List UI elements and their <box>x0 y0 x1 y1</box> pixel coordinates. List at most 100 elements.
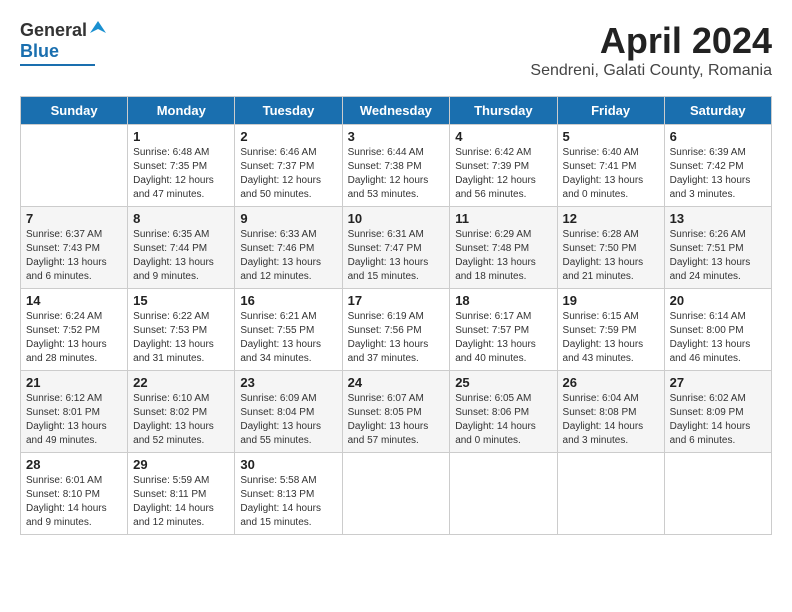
day-info: Sunrise: 6:15 AM Sunset: 7:59 PM Dayligh… <box>563 310 659 366</box>
day-info: Sunrise: 6:10 AM Sunset: 8:02 PM Dayligh… <box>133 392 229 448</box>
week-row-2: 7 Sunrise: 6:37 AM Sunset: 7:43 PM Daylig… <box>21 207 772 289</box>
day-info: Sunrise: 6:22 AM Sunset: 7:53 PM Dayligh… <box>133 310 229 366</box>
day-info: Sunrise: 6:39 AM Sunset: 7:42 PM Dayligh… <box>670 146 766 202</box>
day-number: 30 <box>240 457 336 472</box>
day-number: 21 <box>26 375 122 390</box>
calendar-cell: 15 Sunrise: 6:22 AM Sunset: 7:53 PM Dayli… <box>128 289 235 371</box>
calendar-cell: 5Sunrise: 6:40 AM Sunset: 7:41 PM Daylig… <box>557 125 664 207</box>
logo-blue: Blue <box>20 41 59 61</box>
day-number: 1 <box>133 129 229 144</box>
calendar-cell: 3 Sunrise: 6:44 AM Sunset: 7:38 PM Daylig… <box>342 125 450 207</box>
day-info: Sunrise: 6:37 AM Sunset: 7:43 PM Dayligh… <box>26 228 122 284</box>
day-number: 15 <box>133 293 229 308</box>
calendar-cell: 30 Sunrise: 5:58 AM Sunset: 8:13 PM Dayli… <box>235 453 342 535</box>
calendar-cell <box>342 453 450 535</box>
day-info: Sunrise: 6:24 AM Sunset: 7:52 PM Dayligh… <box>26 310 122 366</box>
column-header-sunday: Sunday <box>21 97 128 125</box>
page-title: April 2024 <box>530 20 772 62</box>
day-number: 8 <box>133 211 229 226</box>
day-info: Sunrise: 6:17 AM Sunset: 7:57 PM Dayligh… <box>455 310 551 366</box>
column-header-friday: Friday <box>557 97 664 125</box>
day-info: Sunrise: 6:07 AM Sunset: 8:05 PM Dayligh… <box>348 392 445 448</box>
calendar-cell: 1 Sunrise: 6:48 AM Sunset: 7:35 PM Daylig… <box>128 125 235 207</box>
day-number: 28 <box>26 457 122 472</box>
calendar-cell: 25Sunrise: 6:05 AM Sunset: 8:06 PM Dayli… <box>450 371 557 453</box>
calendar-cell: 29 Sunrise: 5:59 AM Sunset: 8:11 PM Dayli… <box>128 453 235 535</box>
calendar-header-row: SundayMondayTuesdayWednesdayThursdayFrid… <box>21 97 772 125</box>
calendar-cell: 16 Sunrise: 6:21 AM Sunset: 7:55 PM Dayli… <box>235 289 342 371</box>
column-header-thursday: Thursday <box>450 97 557 125</box>
logo: General Blue <box>20 20 108 66</box>
page-subtitle: Sendreni, Galati County, Romania <box>530 62 772 80</box>
day-info: Sunrise: 6:04 AM Sunset: 8:08 PM Dayligh… <box>563 392 659 448</box>
week-row-4: 21 Sunrise: 6:12 AM Sunset: 8:01 PM Dayli… <box>21 371 772 453</box>
day-info: Sunrise: 6:46 AM Sunset: 7:37 PM Dayligh… <box>240 146 336 202</box>
day-info: Sunrise: 6:09 AM Sunset: 8:04 PM Dayligh… <box>240 392 336 448</box>
day-info: Sunrise: 5:59 AM Sunset: 8:11 PM Dayligh… <box>133 474 229 530</box>
column-header-saturday: Saturday <box>664 97 771 125</box>
day-number: 27 <box>670 375 766 390</box>
calendar-cell: 17 Sunrise: 6:19 AM Sunset: 7:56 PM Dayli… <box>342 289 450 371</box>
day-info: Sunrise: 6:29 AM Sunset: 7:48 PM Dayligh… <box>455 228 551 284</box>
calendar-cell <box>664 453 771 535</box>
week-row-1: 1 Sunrise: 6:48 AM Sunset: 7:35 PM Daylig… <box>21 125 772 207</box>
day-info: Sunrise: 6:42 AM Sunset: 7:39 PM Dayligh… <box>455 146 551 202</box>
calendar-cell <box>557 453 664 535</box>
day-number: 24 <box>348 375 445 390</box>
calendar-cell: 2Sunrise: 6:46 AM Sunset: 7:37 PM Daylig… <box>235 125 342 207</box>
day-info: Sunrise: 6:26 AM Sunset: 7:51 PM Dayligh… <box>670 228 766 284</box>
day-number: 7 <box>26 211 122 226</box>
logo-general: General <box>20 20 87 41</box>
calendar-cell: 26Sunrise: 6:04 AM Sunset: 8:08 PM Dayli… <box>557 371 664 453</box>
day-info: Sunrise: 6:33 AM Sunset: 7:46 PM Dayligh… <box>240 228 336 284</box>
column-header-tuesday: Tuesday <box>235 97 342 125</box>
calendar-cell: 22 Sunrise: 6:10 AM Sunset: 8:02 PM Dayli… <box>128 371 235 453</box>
day-number: 14 <box>26 293 122 308</box>
day-number: 4 <box>455 129 551 144</box>
calendar-cell: 18 Sunrise: 6:17 AM Sunset: 7:57 PM Dayli… <box>450 289 557 371</box>
day-number: 10 <box>348 211 445 226</box>
calendar-cell: 28 Sunrise: 6:01 AM Sunset: 8:10 PM Dayli… <box>21 453 128 535</box>
logo-bird-icon <box>88 19 108 39</box>
day-number: 22 <box>133 375 229 390</box>
day-number: 25 <box>455 375 551 390</box>
day-number: 11 <box>455 211 551 226</box>
calendar-cell: 12 Sunrise: 6:28 AM Sunset: 7:50 PM Dayli… <box>557 207 664 289</box>
day-info: Sunrise: 6:28 AM Sunset: 7:50 PM Dayligh… <box>563 228 659 284</box>
day-number: 20 <box>670 293 766 308</box>
calendar-cell: 11 Sunrise: 6:29 AM Sunset: 7:48 PM Dayli… <box>450 207 557 289</box>
day-info: Sunrise: 6:21 AM Sunset: 7:55 PM Dayligh… <box>240 310 336 366</box>
calendar-cell: 21 Sunrise: 6:12 AM Sunset: 8:01 PM Dayli… <box>21 371 128 453</box>
day-info: Sunrise: 6:48 AM Sunset: 7:35 PM Dayligh… <box>133 146 229 202</box>
day-info: Sunrise: 6:19 AM Sunset: 7:56 PM Dayligh… <box>348 310 445 366</box>
day-info: Sunrise: 6:12 AM Sunset: 8:01 PM Dayligh… <box>26 392 122 448</box>
day-info: Sunrise: 5:58 AM Sunset: 8:13 PM Dayligh… <box>240 474 336 530</box>
calendar-cell: 23 Sunrise: 6:09 AM Sunset: 8:04 PM Dayli… <box>235 371 342 453</box>
week-row-3: 14 Sunrise: 6:24 AM Sunset: 7:52 PM Dayli… <box>21 289 772 371</box>
day-number: 3 <box>348 129 445 144</box>
day-info: Sunrise: 6:02 AM Sunset: 8:09 PM Dayligh… <box>670 392 766 448</box>
calendar-cell <box>450 453 557 535</box>
day-info: Sunrise: 6:01 AM Sunset: 8:10 PM Dayligh… <box>26 474 122 530</box>
day-number: 12 <box>563 211 659 226</box>
day-info: Sunrise: 6:44 AM Sunset: 7:38 PM Dayligh… <box>348 146 445 202</box>
calendar-table: SundayMondayTuesdayWednesdayThursdayFrid… <box>20 96 772 535</box>
day-number: 23 <box>240 375 336 390</box>
day-number: 16 <box>240 293 336 308</box>
calendar-cell: 24 Sunrise: 6:07 AM Sunset: 8:05 PM Dayli… <box>342 371 450 453</box>
logo-divider <box>20 64 95 66</box>
day-info: Sunrise: 6:40 AM Sunset: 7:41 PM Dayligh… <box>563 146 659 202</box>
day-info: Sunrise: 6:35 AM Sunset: 7:44 PM Dayligh… <box>133 228 229 284</box>
day-info: Sunrise: 6:14 AM Sunset: 8:00 PM Dayligh… <box>670 310 766 366</box>
day-number: 17 <box>348 293 445 308</box>
day-number: 9 <box>240 211 336 226</box>
calendar-cell: 9 Sunrise: 6:33 AM Sunset: 7:46 PM Daylig… <box>235 207 342 289</box>
day-number: 18 <box>455 293 551 308</box>
day-number: 13 <box>670 211 766 226</box>
week-row-5: 28 Sunrise: 6:01 AM Sunset: 8:10 PM Dayli… <box>21 453 772 535</box>
calendar-cell: 20 Sunrise: 6:14 AM Sunset: 8:00 PM Dayli… <box>664 289 771 371</box>
calendar-cell: 13 Sunrise: 6:26 AM Sunset: 7:51 PM Dayli… <box>664 207 771 289</box>
day-number: 29 <box>133 457 229 472</box>
calendar-cell: 19Sunrise: 6:15 AM Sunset: 7:59 PM Dayli… <box>557 289 664 371</box>
calendar-cell: 14 Sunrise: 6:24 AM Sunset: 7:52 PM Dayli… <box>21 289 128 371</box>
